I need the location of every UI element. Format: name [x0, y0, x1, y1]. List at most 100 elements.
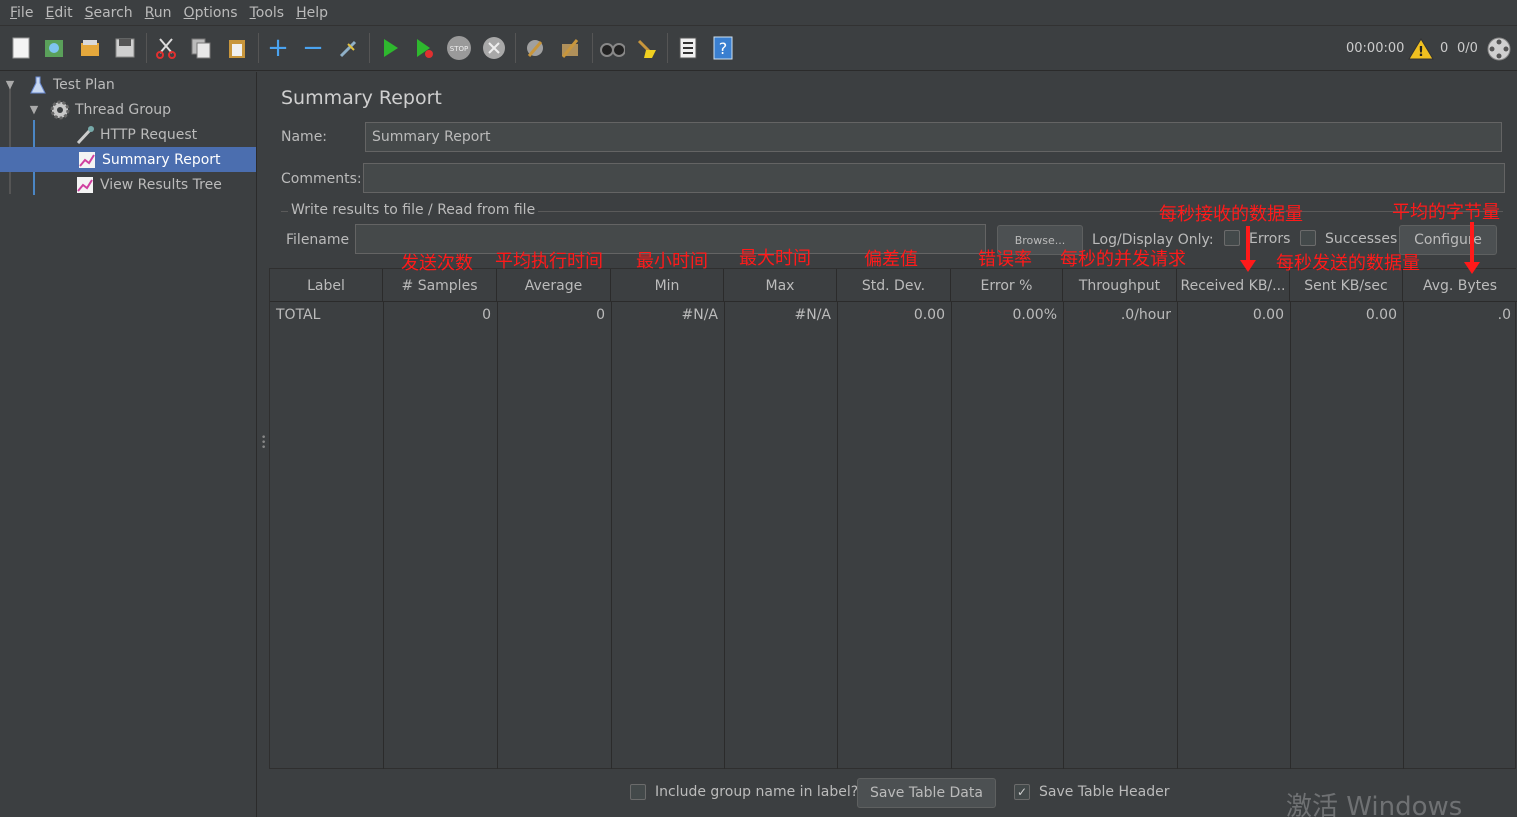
svg-text:?: ?	[719, 39, 728, 58]
file-group-title: Write results to file / Read from file	[288, 202, 539, 218]
grip-icon: • • •	[261, 433, 267, 453]
annotation-sent: 每秒发送的数据量	[1276, 253, 1420, 274]
checkmark-icon: ✓	[1016, 785, 1028, 799]
cell-received: 0.00	[1252, 307, 1284, 323]
annotation-min: 最小时间	[636, 251, 708, 272]
cell-min: #N/A	[681, 307, 719, 323]
menu-search[interactable]: Search	[79, 5, 139, 21]
col-min[interactable]: Min	[611, 269, 724, 302]
arrowhead-received	[1240, 260, 1256, 272]
search-icon[interactable]	[599, 35, 625, 61]
shutdown-icon[interactable]	[481, 35, 507, 61]
pipette-icon	[74, 125, 96, 145]
tree-item-summary-report[interactable]: Summary Report	[0, 147, 256, 172]
reset-search-icon[interactable]	[633, 35, 659, 61]
annotation-samples: 发送次数	[401, 253, 473, 274]
name-label: Name:	[281, 129, 328, 145]
include-group-label: Include group name in label?	[655, 784, 859, 800]
comments-field[interactable]	[363, 163, 1505, 193]
warning-count: 0	[1440, 41, 1449, 56]
menu-tools[interactable]: Tools	[244, 5, 291, 21]
col-throughput[interactable]: Throughput	[1063, 269, 1177, 302]
menu-help[interactable]: Help	[290, 5, 334, 21]
menu-options[interactable]: Options	[178, 5, 244, 21]
tree-item-view-results-tree[interactable]: View Results Tree	[74, 172, 222, 197]
col-max[interactable]: Max	[724, 269, 837, 302]
save-table-header-checkbox[interactable]: ✓	[1014, 784, 1030, 800]
svg-text:STOP: STOP	[450, 45, 468, 53]
cell-std-dev: 0.00	[913, 307, 945, 323]
successes-checkbox[interactable]	[1300, 230, 1316, 246]
col-average[interactable]: Average	[497, 269, 611, 302]
filename-label: Filename	[286, 232, 350, 248]
col-std-dev[interactable]: Std. Dev.	[837, 269, 951, 302]
include-group-checkbox[interactable]	[630, 784, 646, 800]
toggle-icon[interactable]	[335, 35, 361, 61]
toolbar: + − STOP ? 00:00:00 ! 0 0/0	[0, 27, 1517, 71]
col-avg-bytes[interactable]: Avg. Bytes	[1403, 269, 1517, 302]
tree-item-label: Thread Group	[75, 101, 172, 118]
annotation-stddev: 偏差值	[864, 249, 918, 270]
annotation-error: 错误率	[978, 249, 1032, 270]
chevron-down-icon[interactable]: ▼	[27, 103, 41, 116]
comments-label: Comments:	[281, 171, 362, 187]
new-icon[interactable]	[8, 35, 34, 61]
open-icon[interactable]	[77, 35, 103, 61]
name-field[interactable]: Summary Report	[365, 122, 1502, 152]
successes-label: Successes	[1325, 231, 1398, 247]
menu-file[interactable]: File	[4, 5, 39, 21]
annotation-received: 每秒接收的数据量	[1159, 204, 1303, 225]
save-table-header-label: Save Table Header	[1039, 784, 1170, 800]
cell-max: #N/A	[794, 307, 832, 323]
paste-icon[interactable]	[224, 35, 250, 61]
tree-item-label: Summary Report	[102, 151, 221, 168]
clear-all-icon[interactable]	[557, 35, 583, 61]
stop-icon[interactable]: STOP	[445, 35, 471, 61]
cell-sent: 0.00	[1365, 307, 1397, 323]
col-error-pct[interactable]: Error %	[951, 269, 1063, 302]
start-no-pauses-icon[interactable]	[411, 35, 437, 61]
table-row[interactable]: TOTAL 0 0 #N/A #N/A 0.00 0.00% .0/hour 0…	[270, 303, 1517, 327]
function-helper-icon[interactable]	[675, 35, 701, 61]
test-plan-tree: ▼ Test Plan ▼ Thread Group HTTP Request …	[0, 72, 257, 817]
chart-icon	[74, 175, 96, 195]
menu-run[interactable]: Run	[139, 5, 178, 21]
summary-report-panel: Summary Report Name: Summary Report Comm…	[268, 72, 1517, 817]
errors-checkbox[interactable]	[1224, 230, 1240, 246]
results-table: Label # Samples Average Min Max Std. Dev…	[269, 268, 1517, 769]
tree-item-label: View Results Tree	[100, 176, 222, 193]
menu-edit[interactable]: Edit	[39, 5, 78, 21]
cell-avg-bytes: .0	[1497, 307, 1511, 323]
start-icon[interactable]	[377, 35, 403, 61]
help-icon[interactable]: ?	[710, 35, 736, 61]
cell-label: TOTAL	[276, 307, 321, 323]
tree-item-label: HTTP Request	[100, 126, 198, 143]
panel-title: Summary Report	[281, 87, 442, 109]
copy-icon[interactable]	[188, 35, 214, 61]
save-icon[interactable]	[112, 35, 138, 61]
tree-item-thread-group[interactable]: ▼ Thread Group	[27, 97, 171, 122]
chart-icon	[76, 150, 98, 170]
col-received[interactable]: Received KB/...	[1177, 269, 1290, 302]
elapsed-timer: 00:00:00	[1346, 41, 1405, 56]
arrowhead-avg-bytes	[1464, 262, 1480, 274]
collapse-icon[interactable]: −	[300, 35, 326, 61]
svg-text:!: !	[1418, 45, 1424, 60]
tree-item-label: Test Plan	[53, 76, 115, 93]
annotation-avg-bytes: 平均的字节量	[1392, 202, 1500, 223]
tree-item-test-plan[interactable]: ▼ Test Plan	[3, 72, 115, 97]
remote-status-icon	[1486, 36, 1512, 62]
col-label[interactable]: Label	[270, 269, 383, 302]
save-table-data-button[interactable]: Save Table Data	[857, 778, 996, 808]
annotation-throughput: 每秒的并发请求	[1060, 249, 1186, 270]
cut-icon[interactable]	[153, 35, 179, 61]
warning-icon[interactable]: !	[1408, 36, 1434, 62]
clear-icon[interactable]	[522, 35, 548, 61]
thread-count: 0/0	[1457, 41, 1478, 56]
templates-icon[interactable]	[41, 35, 67, 61]
split-pane-divider[interactable]: • • •	[258, 72, 267, 817]
tree-item-http-request[interactable]: HTTP Request	[74, 122, 197, 147]
chevron-down-icon[interactable]: ▼	[3, 78, 17, 91]
menu-bar: File Edit Search Run Options Tools Help	[0, 0, 1517, 26]
expand-icon[interactable]: +	[265, 35, 291, 61]
